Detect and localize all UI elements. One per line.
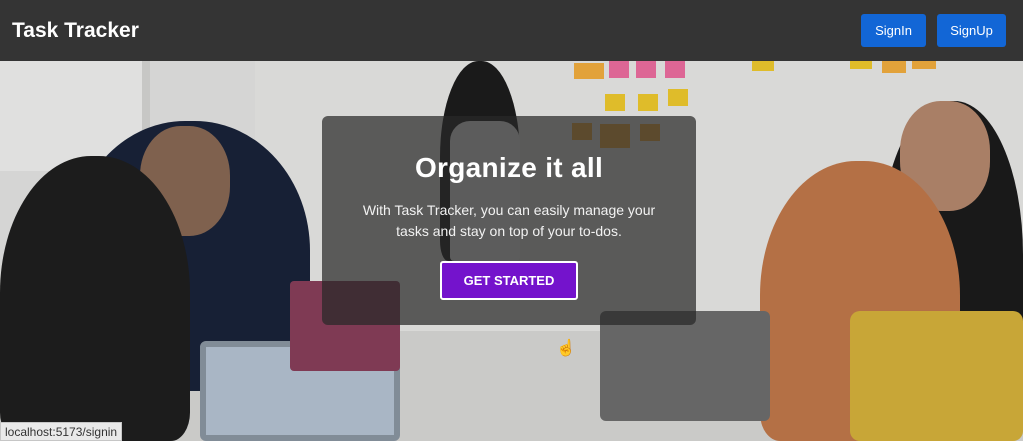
signin-button[interactable]: SignIn: [861, 14, 926, 47]
nav-actions: SignIn SignUp: [861, 14, 1006, 47]
get-started-button[interactable]: GET STARTED: [440, 261, 578, 300]
brand-title[interactable]: Task Tracker: [12, 19, 139, 43]
hero-description: With Task Tracker, you can easily manage…: [362, 202, 656, 239]
browser-status-bar: localhost:5173/signin: [0, 422, 123, 441]
mouse-cursor-icon: ☝: [556, 340, 576, 357]
navbar: Task Tracker SignIn SignUp: [0, 0, 1023, 61]
hero-title: Organize it all: [414, 152, 604, 183]
signup-button[interactable]: SignUp: [937, 14, 1006, 47]
hero-card: Organize it all With Task Tracker, you c…: [322, 116, 696, 325]
